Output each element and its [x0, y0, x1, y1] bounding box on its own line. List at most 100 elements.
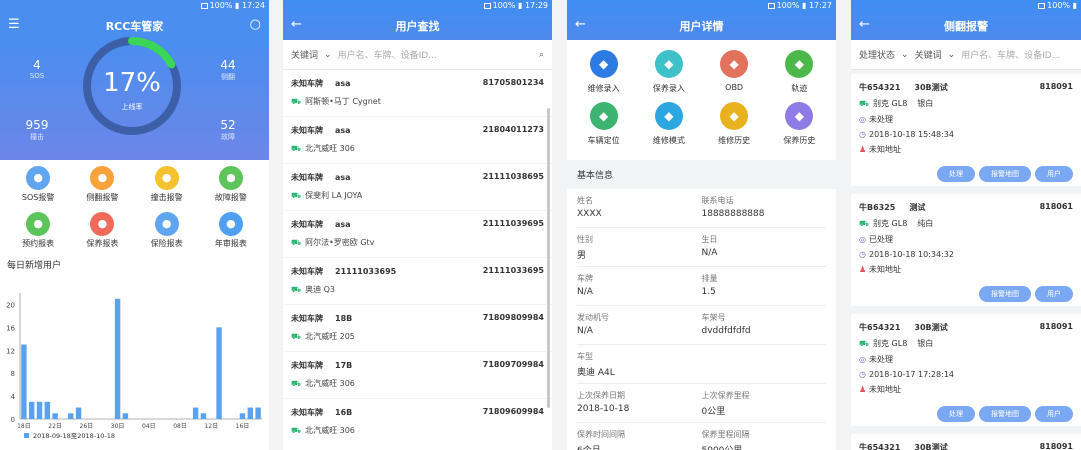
- list-item[interactable]: 未知车牌 21111033695 21111033695 ⛟ 奥迪 Q3: [283, 258, 552, 304]
- y-tick-label: 20: [6, 301, 15, 309]
- bar: [247, 407, 253, 419]
- car-color: 纯白: [917, 219, 934, 228]
- list-item[interactable]: 未知车牌 16B 71809609984 ⛟ 北汽威旺 306: [283, 399, 552, 445]
- bar: [192, 407, 199, 419]
- plate-user: 未知车牌 asa: [291, 78, 351, 89]
- list-item[interactable]: 未知车牌 18B 71809809984 ⛟ 北汽威旺 205: [283, 305, 552, 351]
- y-tick-label: 8: [11, 370, 15, 378]
- status-bar: 100% ▮ 17:29: [283, 0, 552, 12]
- menu-item[interactable]: ● 保养报表: [70, 210, 134, 256]
- basic-info-grid: 姓名 XXXX 联系电话 18888888888 性别男生日 N/A 车牌 N/A 排量 1.5 发…: [567, 189, 836, 450]
- info-key: 车牌: [577, 274, 593, 283]
- scrollbar[interactable]: [547, 108, 550, 408]
- sos-stat[interactable]: 4 SOS: [17, 58, 57, 80]
- plate-text: 牛654321: [859, 443, 901, 450]
- user-text: asa: [335, 79, 351, 88]
- function-item[interactable]: ◆ 车辆定位: [571, 102, 636, 154]
- alarm-map-button[interactable]: 报警地图: [979, 406, 1031, 422]
- alarm-card[interactable]: 牛654321 30B测试 818091 ⛟ 别克 GL8 银白 ◎ 未处理 ◷ 2018-10-…: [851, 314, 1081, 426]
- user-text: 18B: [335, 314, 353, 323]
- car-model: 别克 GL8: [873, 99, 908, 108]
- car-icon: ⛟: [291, 332, 302, 341]
- fault-label: 故障: [221, 133, 235, 141]
- info-cell: 车架号 dvddfdfdfd: [701, 306, 826, 345]
- handle-button[interactable]: 处理: [937, 166, 975, 182]
- car-model: 北汽威旺 306: [305, 144, 355, 153]
- state-text: 未处理: [869, 115, 893, 124]
- back-arrow-icon[interactable]: ←: [291, 17, 302, 32]
- bar: [255, 407, 261, 419]
- function-label: 车辆定位: [587, 136, 620, 145]
- list-item[interactable]: 未知车牌 asa 21111039695 ⛟ 阿尔法•罗密欧 Gtv: [283, 211, 552, 257]
- info-key: 姓名: [577, 196, 593, 205]
- keyword-dropdown[interactable]: 关键词: [915, 48, 942, 61]
- user-text: 测试: [909, 203, 926, 212]
- list-item[interactable]: 未知车牌 17B 71809709984 ⛟ 北汽威旺 306: [283, 352, 552, 398]
- function-item[interactable]: ◆ 轨迹: [767, 50, 832, 102]
- list-item[interactable]: 未知车牌 asa 81705801234 ⛟ 阿斯顿•马丁 Cygnet: [283, 70, 552, 116]
- chevron-down-icon[interactable]: ⌄: [901, 50, 909, 60]
- car-row: ⛟ 北汽威旺 205: [291, 331, 544, 342]
- fault-stat[interactable]: 52 故障: [208, 118, 248, 142]
- appointment-report-icon: ●: [26, 212, 51, 236]
- keyword-dropdown[interactable]: 关键词: [291, 48, 318, 61]
- menu-item[interactable]: ● 故障报警: [199, 164, 263, 210]
- menu-item[interactable]: ● 预约报表: [6, 210, 70, 256]
- list-item[interactable]: 未知车牌 asa 21111038695 ⛟ 保斐利 LA JOYA: [283, 164, 552, 210]
- list-item-header: 未知车牌 asa 21111039695: [291, 219, 544, 230]
- alarm-card[interactable]: 牛654321 30B测试 818091: [851, 434, 1081, 450]
- info-value: 奥迪 A4L: [577, 368, 615, 378]
- state-row: ◎ 未处理: [859, 354, 1073, 365]
- menu-item[interactable]: ● 年审报表: [199, 210, 263, 256]
- plate-user: 未知车牌 asa: [291, 219, 351, 230]
- menu-item[interactable]: ● SOS报警: [6, 164, 70, 210]
- alarm-map-button[interactable]: 报警地图: [979, 166, 1031, 182]
- user-button[interactable]: 用户: [1035, 286, 1073, 302]
- function-item[interactable]: ◆ 维修录入: [571, 50, 636, 102]
- function-item[interactable]: ◆ 维修模式: [636, 102, 701, 154]
- car-icon: ⛟: [859, 219, 870, 228]
- search-icon[interactable]: ○: [250, 17, 261, 32]
- function-item[interactable]: ◆ 保养历史: [767, 102, 832, 154]
- detail-header: 100% ▮ 17:27 ← 用户详情: [567, 0, 836, 40]
- user-text: 17B: [335, 361, 353, 370]
- search-icon[interactable]: ⌕: [539, 50, 544, 60]
- menu-item[interactable]: ● 保险报表: [135, 210, 199, 256]
- search-input[interactable]: 用户名、车牌、设备ID...: [961, 48, 1073, 61]
- alarm-card[interactable]: 牛B6325 测试 818061 ⛟ 别克 GL8 纯白 ◎ 已处理 ◷ 2018-10-18 1…: [851, 194, 1081, 306]
- alarm-card[interactable]: 牛654321 30B测试 818091 ⛟ 别克 GL8 银白 ◎ 未处理 ◷ 2018-10-…: [851, 74, 1081, 186]
- clock-icon: ◷: [859, 370, 866, 379]
- repair-entry-icon: ◆: [589, 50, 618, 78]
- back-arrow-icon[interactable]: ←: [859, 17, 870, 32]
- plate-user: 未知车牌 21111033695: [291, 266, 396, 277]
- info-value: N/A: [577, 287, 593, 297]
- user-button[interactable]: 用户: [1035, 166, 1073, 182]
- menu-item[interactable]: ● 侧翻报警: [70, 164, 134, 210]
- rollover-stat[interactable]: 44 侧翻: [208, 58, 248, 82]
- chevron-down-icon[interactable]: ⌄: [324, 50, 332, 60]
- search-input[interactable]: 用户名、车牌、设备ID...: [338, 48, 539, 61]
- function-item[interactable]: ◆ 保养录入: [636, 50, 701, 102]
- crash-stat[interactable]: 959 撞击: [17, 118, 57, 142]
- menu-icon[interactable]: ☰: [8, 17, 20, 32]
- user-list: 未知车牌 asa 81705801234 ⛟ 阿斯顿•马丁 Cygnet 未知车牌 asa 2…: [283, 70, 552, 445]
- plate-text: 未知车牌: [291, 220, 323, 229]
- handle-button[interactable]: 处理: [937, 406, 975, 422]
- function-item[interactable]: ◆ 维修历史: [702, 102, 767, 154]
- function-item[interactable]: ◆ OBD: [702, 50, 767, 102]
- chevron-down-icon[interactable]: ⌄: [948, 50, 956, 60]
- list-item[interactable]: 未知车牌 asa 21804011273 ⛟ 北汽威旺 306: [283, 117, 552, 163]
- user-text: asa: [335, 220, 351, 229]
- user-button[interactable]: 用户: [1035, 406, 1073, 422]
- state-filter-dropdown[interactable]: 处理状态: [859, 48, 895, 61]
- info-value: 0公里: [701, 407, 726, 417]
- state-text: 已处理: [869, 235, 893, 244]
- device-id: 21804011273: [482, 125, 544, 134]
- device-id: 71809709984: [482, 360, 544, 369]
- alarm-map-button[interactable]: 报警地图: [979, 286, 1031, 302]
- info-cell: 排量 1.5: [701, 267, 826, 306]
- menu-item[interactable]: ● 撞击报警: [135, 164, 199, 210]
- info-cell: 车型 奥迪 A4L: [577, 345, 826, 384]
- back-arrow-icon[interactable]: ←: [575, 17, 586, 32]
- legend-swatch: [24, 433, 29, 438]
